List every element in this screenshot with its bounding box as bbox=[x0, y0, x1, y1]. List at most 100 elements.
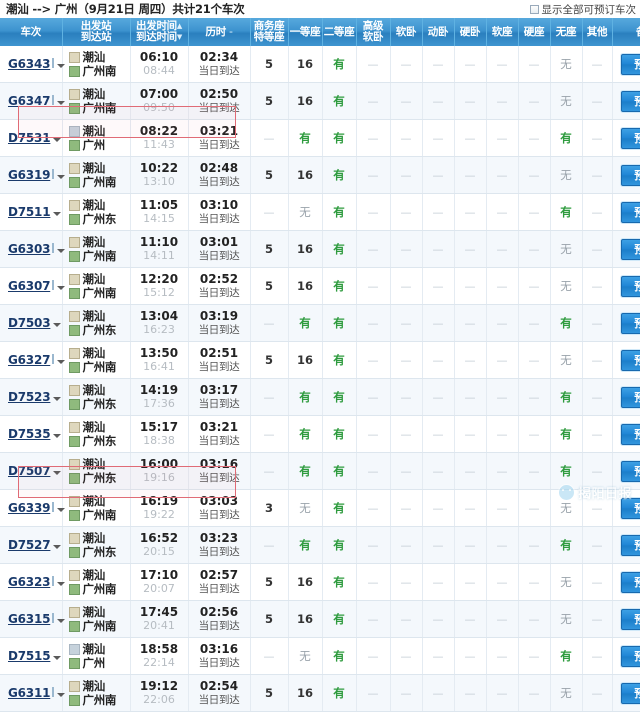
train-number-group[interactable]: G6339 bbox=[8, 501, 66, 515]
chevron-down-icon[interactable] bbox=[57, 101, 66, 105]
book-button[interactable]: 预订 bbox=[621, 349, 640, 371]
chevron-down-icon[interactable] bbox=[57, 249, 66, 253]
train-number-group[interactable]: G6311 bbox=[8, 686, 66, 700]
chevron-down-icon[interactable] bbox=[53, 471, 62, 475]
train-number-cell[interactable]: D7523 bbox=[0, 378, 63, 416]
seat-map-icon[interactable] bbox=[52, 354, 55, 364]
train-number-group[interactable]: G6303 bbox=[8, 242, 66, 256]
book-button[interactable]: 预订 bbox=[621, 164, 640, 186]
table-row[interactable]: G6307 潮汕 广州南 12:20 15:12 02:52 当日到达 5 16 有 — — — — — — 无… bbox=[0, 267, 640, 305]
seat-map-icon[interactable] bbox=[52, 58, 55, 68]
table-row[interactable]: G6347 潮汕 广州南 07:00 09:50 02:50 当日到达 5 16 有 — — — — — — 无… bbox=[0, 82, 640, 120]
train-number-cell[interactable]: G6347 bbox=[0, 82, 66, 120]
book-button[interactable]: 预订 bbox=[621, 682, 640, 704]
seat-map-icon[interactable] bbox=[52, 169, 55, 179]
chevron-down-icon[interactable] bbox=[57, 175, 66, 179]
train-number-cell[interactable]: G6319 bbox=[0, 156, 66, 194]
train-number-cell[interactable]: G6311 bbox=[0, 674, 66, 712]
train-number-group[interactable]: D7527 bbox=[8, 538, 62, 552]
remark-cell[interactable]: 预订 bbox=[612, 304, 640, 342]
table-row[interactable]: G6339 潮汕 广州南 16:19 19:22 03:03 当日到达 3 无 有 — — — — — — 无 —… bbox=[0, 489, 640, 527]
table-row[interactable]: G6319 潮汕 广州南 10:22 13:10 02:48 当日到达 5 16 有 — — — — — — 无… bbox=[0, 156, 640, 194]
chevron-down-icon[interactable] bbox=[53, 545, 62, 549]
chevron-down-icon[interactable] bbox=[53, 434, 62, 438]
train-number-cell[interactable]: G6323 bbox=[0, 563, 66, 601]
table-row[interactable]: D7523 潮汕 广州东 14:19 17:36 03:17 当日到达 — 有有 — — — — — — 有 —… bbox=[0, 378, 640, 416]
sort-neutral-icon[interactable]: – bbox=[229, 28, 233, 35]
train-number-group[interactable]: D7507 bbox=[8, 464, 62, 478]
remark-cell[interactable]: 预订 bbox=[612, 526, 640, 564]
book-button[interactable]: 预订 bbox=[621, 460, 640, 482]
seat-map-icon[interactable] bbox=[52, 576, 55, 586]
chevron-down-icon[interactable] bbox=[53, 138, 62, 142]
book-button[interactable]: 预订 bbox=[621, 423, 640, 445]
book-button[interactable]: 预订 bbox=[621, 201, 640, 223]
train-number-link[interactable]: G6303 bbox=[8, 242, 50, 256]
train-number-cell[interactable]: G6307 bbox=[0, 267, 66, 305]
train-number-cell[interactable]: D7507 bbox=[0, 452, 63, 490]
remark-cell[interactable]: 预订 bbox=[612, 46, 640, 83]
book-button[interactable]: 预订 bbox=[621, 497, 640, 519]
sort-desc-icon[interactable]: ▼ bbox=[177, 34, 182, 41]
book-button[interactable]: 预订 bbox=[621, 275, 640, 297]
book-button[interactable]: 预订 bbox=[621, 645, 640, 667]
train-number-group[interactable]: G6307 bbox=[8, 279, 66, 293]
sort-asc-icon[interactable]: ▲ bbox=[177, 23, 182, 30]
train-number-group[interactable]: D7531 bbox=[8, 131, 62, 145]
remark-cell[interactable]: 预订 bbox=[612, 119, 640, 157]
seat-map-icon[interactable] bbox=[52, 280, 55, 290]
show-all-bookable-toggle[interactable]: 显示全部可预订车次 bbox=[529, 2, 636, 17]
remark-cell[interactable]: 预订 bbox=[612, 267, 640, 305]
train-number-cell[interactable]: G6327 bbox=[0, 341, 66, 379]
col-duration[interactable]: 历时 – bbox=[188, 18, 251, 46]
chevron-down-icon[interactable] bbox=[57, 286, 66, 290]
col-train-no[interactable]: 车次 bbox=[0, 18, 63, 46]
remark-cell[interactable]: 预订 bbox=[612, 230, 640, 268]
chevron-down-icon[interactable] bbox=[53, 656, 62, 660]
train-number-cell[interactable]: D7535 bbox=[0, 415, 63, 453]
train-number-cell[interactable]: G6315 bbox=[0, 600, 66, 638]
chevron-down-icon[interactable] bbox=[57, 582, 66, 586]
train-number-group[interactable]: G6315 bbox=[8, 612, 66, 626]
table-row[interactable]: D7535 潮汕 广州东 15:17 18:38 03:21 当日到达 — 有有 — — — — — — 有 —… bbox=[0, 415, 640, 453]
train-number-cell[interactable]: D7515 bbox=[0, 637, 63, 675]
train-number-link[interactable]: D7511 bbox=[8, 205, 51, 219]
train-number-link[interactable]: D7523 bbox=[8, 390, 51, 404]
seat-map-icon[interactable] bbox=[52, 95, 55, 105]
remark-cell[interactable]: 预订 bbox=[612, 637, 640, 675]
train-number-group[interactable]: D7535 bbox=[8, 427, 62, 441]
remark-cell[interactable]: 预订 bbox=[612, 341, 640, 379]
train-number-link[interactable]: G6327 bbox=[8, 353, 50, 367]
table-row[interactable]: G6315 潮汕 广州南 17:45 20:41 02:56 当日到达 5 16 有 — — — — — — 无… bbox=[0, 600, 640, 638]
book-button[interactable]: 预订 bbox=[621, 53, 640, 75]
train-number-group[interactable]: G6319 bbox=[8, 168, 66, 182]
remark-cell[interactable]: 预订 bbox=[612, 156, 640, 194]
seat-map-icon[interactable] bbox=[52, 687, 55, 697]
train-number-group[interactable]: D7503 bbox=[8, 316, 62, 330]
remark-cell[interactable]: 预订 bbox=[612, 489, 640, 527]
table-row[interactable]: G6343 潮汕 广州南 06:10 08:44 02:34 当日到达 5 16 有 — — — — — — 无… bbox=[0, 46, 640, 83]
table-row[interactable]: G6311 潮汕 广州南 19:12 22:06 02:54 当日到达 5 16 有 — — — — — — 无… bbox=[0, 674, 640, 712]
train-number-group[interactable]: G6343 bbox=[8, 57, 66, 71]
train-number-link[interactable]: G6307 bbox=[8, 279, 50, 293]
train-number-group[interactable]: G6327 bbox=[8, 353, 66, 367]
book-button[interactable]: 预订 bbox=[621, 312, 640, 334]
train-number-link[interactable]: G6319 bbox=[8, 168, 50, 182]
train-number-link[interactable]: G6323 bbox=[8, 575, 50, 589]
chevron-down-icon[interactable] bbox=[57, 619, 66, 623]
table-row[interactable]: D7527 潮汕 广州东 16:52 20:15 03:23 当日到达 — 有有 — — — — — — 有 —… bbox=[0, 526, 640, 564]
remark-cell[interactable]: 预订 bbox=[612, 452, 640, 490]
remark-cell[interactable]: 预订 bbox=[612, 415, 640, 453]
train-number-cell[interactable]: D7527 bbox=[0, 526, 63, 564]
train-number-link[interactable]: G6311 bbox=[8, 686, 50, 700]
train-number-link[interactable]: D7531 bbox=[8, 131, 51, 145]
train-number-group[interactable]: D7523 bbox=[8, 390, 62, 404]
book-button[interactable]: 预订 bbox=[621, 127, 640, 149]
train-number-link[interactable]: D7515 bbox=[8, 649, 51, 663]
remark-cell[interactable]: 预订 bbox=[612, 674, 640, 712]
train-number-link[interactable]: D7535 bbox=[8, 427, 51, 441]
seat-map-icon[interactable] bbox=[52, 243, 55, 253]
book-button[interactable]: 预订 bbox=[621, 571, 640, 593]
train-number-link[interactable]: G6339 bbox=[8, 501, 50, 515]
book-button[interactable]: 预订 bbox=[621, 238, 640, 260]
